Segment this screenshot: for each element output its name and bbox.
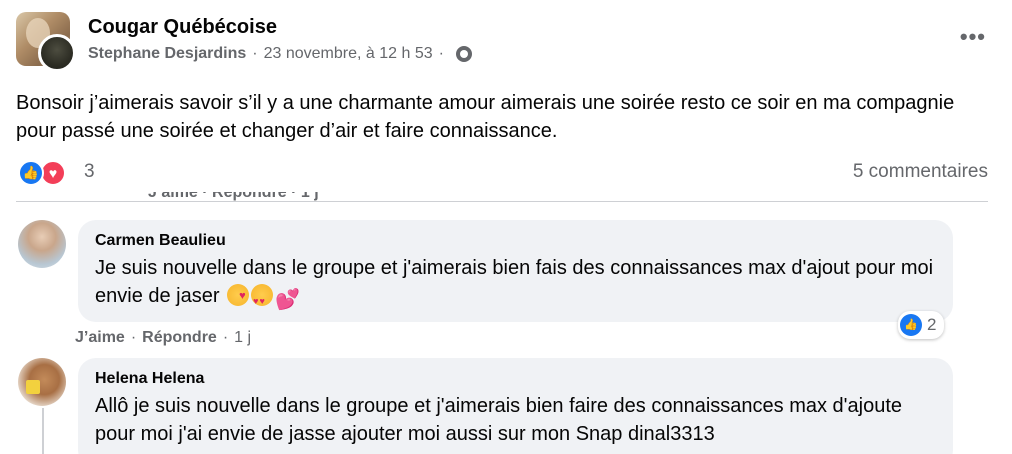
meta-separator: · [438,45,444,62]
action-separator: · [222,329,229,346]
like-icon: 👍 [18,160,44,186]
comment-bubble: Helena Helena Allô je suis nouvelle dans… [78,358,953,454]
comment-reaction-count: 2 [927,315,937,334]
reaction-count[interactable]: 3 [84,161,95,183]
more-options-button[interactable]: ••• [960,26,986,48]
two-hearts-icon: 💕 [275,289,300,311]
reactions-summary: 👍 ♥ 3 5 commentaires [18,158,990,188]
commenter-name[interactable]: Carmen Beaulieu [95,230,936,252]
comment-reaction-badge[interactable]: 👍 2 [898,311,945,339]
author-avatar[interactable] [38,34,76,72]
meta-separator: · [252,45,258,62]
group-name[interactable]: Cougar Québécoise [88,16,277,39]
author-name[interactable]: Stephane Desjardins [88,45,246,63]
post-timestamp[interactable]: 23 novembre, à 12 h 53 [264,45,433,63]
reaction-icons[interactable]: 👍 ♥ [18,160,78,186]
commenter-avatar[interactable] [18,358,66,406]
comment-text: Allô je suis nouvelle dans le groupe et … [95,395,902,445]
reply-button[interactable]: Répondre [142,329,217,346]
globe-icon[interactable] [455,46,472,62]
post-header: Cougar Québécoise Stephane Desjardins · … [16,12,996,74]
post-text: Bonsoir j’aimerais savoir s’il y a une c… [16,92,955,142]
comment-bubble: Carmen Beaulieu Je suis nouvelle dans le… [78,220,953,322]
comment-count-link[interactable]: 5 commentaires [853,161,988,183]
comment: Helena Helena Allô je suis nouvelle dans… [18,358,953,454]
divider [16,201,988,202]
comment-timestamp[interactable]: 1 j [234,329,251,346]
commenter-avatar[interactable] [18,220,66,268]
comment-text: Je suis nouvelle dans le groupe et j'aim… [95,254,936,315]
comment-actions: J’aime · Répondre · 1 j [75,329,251,347]
commenter-name[interactable]: Helena Helena [95,368,936,390]
reply-thread-line [42,408,44,454]
smiling-face-with-hearts-icon [227,282,250,310]
like-comment-button[interactable]: J’aime [75,329,125,346]
like-icon: 👍 [900,314,922,336]
action-separator: · [130,329,137,346]
heart-eyes-icon [251,284,274,315]
avatar-badge [26,380,40,394]
post-meta: Stephane Desjardins · 23 novembre, à 12 … [88,45,472,63]
